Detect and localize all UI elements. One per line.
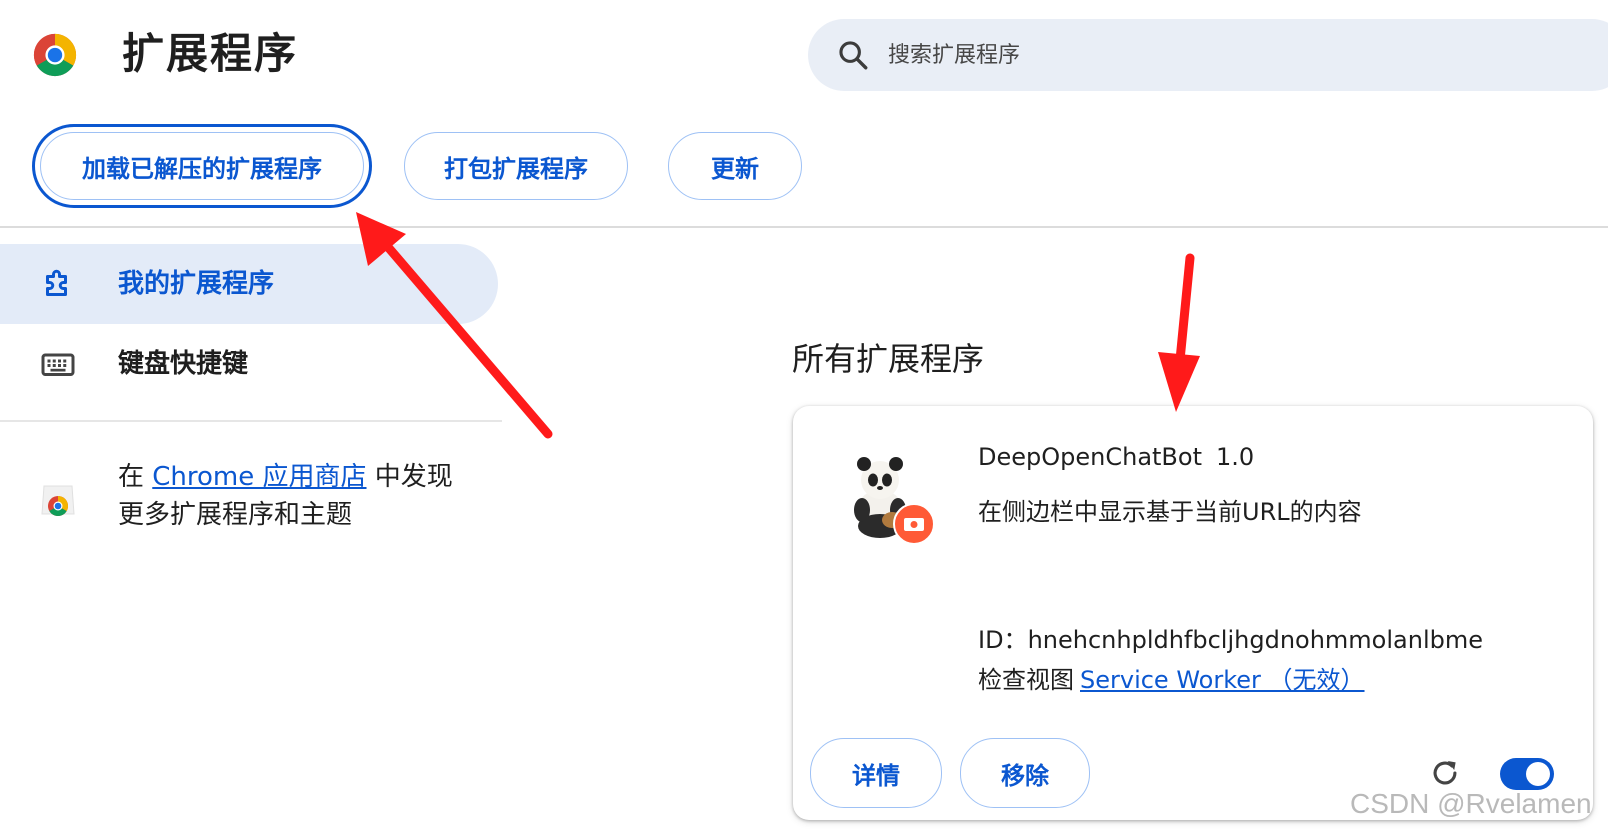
reload-icon[interactable] [1428,756,1462,790]
search-input[interactable] [886,41,1490,69]
extension-id: ID：hnehcnhpldhfbcljhgdnohmmolanlbme [978,620,1483,655]
chrome-logo-icon [33,33,77,77]
extension-version: 1.0 [1216,443,1255,471]
keyboard-icon [41,353,75,376]
arrow-to-extension-card [1158,253,1200,412]
search-icon [839,41,868,70]
chrome-web-store-icon [41,485,75,516]
panda-extension-icon [854,457,935,545]
service-worker-link[interactable]: Service Worker （无效） [1080,666,1365,694]
inspect-views: 检查视图 Service Worker （无效） [978,660,1365,695]
sidebar-item-my-extensions[interactable]: 我的扩展程序 [0,244,498,324]
section-title: 所有扩展程序 [792,340,985,378]
sidebar-item-label: 键盘快捷键 [118,349,249,379]
extension-title: DeepOpenChatBot 1.0 [978,443,1254,471]
header-divider [0,226,1608,228]
extension-name: DeepOpenChatBot [978,443,1202,471]
toggle-knob [1526,762,1550,786]
web-store-promo: 在 Chrome 应用商店 中发现更多扩展程序和主题 [118,458,458,534]
details-button[interactable]: 详情 [810,738,942,808]
chrome-web-store-link[interactable]: Chrome 应用商店 [152,462,366,492]
search-bar[interactable] [808,19,1608,91]
load-unpacked-button[interactable]: 加载已解压的扩展程序 [32,124,372,208]
sidebar-item-label: 我的扩展程序 [118,269,275,299]
extension-id-label: ID： [978,626,1028,654]
inspect-views-label: 检查视图 [978,666,1074,694]
watermark: CSDN @Rvelamen [1350,788,1592,819]
sidebar-item-keyboard-shortcuts[interactable]: 键盘快捷键 [0,326,498,402]
extension-description: 在侧边栏中显示基于当前URL的内容 [978,498,1362,526]
store-prefix: 在 [118,462,153,492]
sidebar-divider [0,420,502,422]
update-button[interactable]: 更新 [668,132,802,200]
pack-extension-button[interactable]: 打包扩展程序 [404,132,628,200]
extension-id-value: hnehcnhpldhfbcljhgdnohmmolanlbme [1027,626,1483,654]
enable-toggle[interactable] [1500,758,1554,790]
page-title: 扩展程序 [122,29,299,78]
remove-button[interactable]: 移除 [960,738,1090,808]
extension-puzzle-icon [46,269,67,296]
